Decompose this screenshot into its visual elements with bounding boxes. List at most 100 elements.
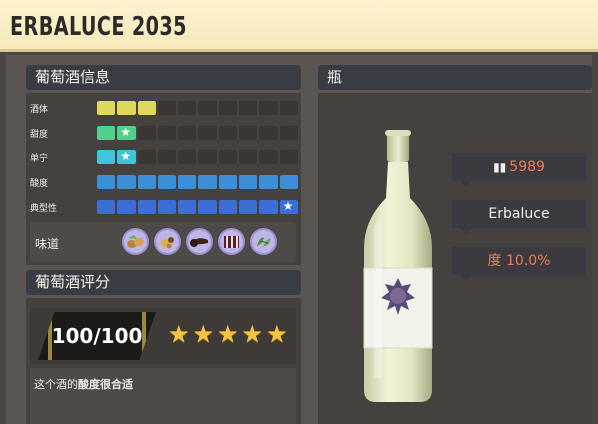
stat-row: 典型性 ★ [30, 199, 298, 214]
stat-bar [97, 175, 298, 189]
star-icon: ★ [120, 125, 132, 139]
stat-segment: ★ [117, 149, 136, 164]
comment-highlight: 酸度很合适 [78, 378, 133, 391]
stat-segment [239, 175, 258, 189]
title-bar: ERBALUCE 2035 [0, 0, 598, 52]
star-icon: ★ [282, 199, 294, 213]
stat-segment [157, 200, 177, 214]
stat-segment [279, 150, 298, 164]
bottle-abv: 度 10.0% [487, 253, 551, 269]
stat-segment [259, 101, 278, 115]
stat-bar: ★ [97, 199, 298, 214]
dark-fruit-icon[interactable] [218, 228, 245, 255]
stat-segment [97, 150, 116, 164]
spice-icon[interactable] [154, 228, 181, 255]
stat-label: 典型性 [30, 204, 58, 214]
stat-segment [97, 126, 116, 140]
score-value: 100/100 [51, 324, 143, 348]
stat-segment [178, 175, 197, 189]
star-icon: ★ [266, 320, 288, 348]
stat-segment [218, 126, 238, 140]
stat-segment [137, 101, 156, 115]
rating-comment: 这个酒的酸度很合适 [34, 378, 133, 391]
tobacco-icon[interactable] [186, 228, 213, 255]
stat-segment [239, 101, 258, 115]
stat-segment [157, 150, 177, 164]
bottle-count-tag: ▮▮ 5989 [452, 153, 586, 187]
stat-segment [259, 150, 278, 164]
star-icon: ★ [120, 149, 132, 163]
stat-segment [97, 101, 116, 115]
taste-box: 味道 [30, 222, 296, 262]
stat-segment [198, 101, 217, 115]
stat-row: 酒体 [30, 101, 298, 115]
star-icon: ★ [192, 320, 215, 348]
stat-segment [117, 200, 136, 214]
stat-segment [239, 126, 258, 140]
stat-bar: ★ [97, 125, 298, 140]
stat-segment [239, 150, 258, 164]
bottle-abv-tag: 度 10.0% [452, 247, 586, 281]
stat-segment [259, 126, 278, 140]
stat-segment [137, 175, 156, 189]
stat-segment [218, 150, 238, 164]
stat-segment [137, 150, 156, 164]
stat-segment [259, 200, 278, 214]
stat-bar: ★ [97, 149, 298, 164]
star-icon: ★ [217, 320, 239, 348]
stat-bar [97, 101, 298, 115]
stat-segment [279, 101, 298, 115]
stat-segment: ★ [279, 199, 298, 214]
stat-segment [279, 126, 298, 140]
stat-label: 酸度 [30, 179, 49, 189]
stat-segment [157, 126, 177, 140]
comment-box: 这个酒的酸度很合适 [30, 368, 296, 424]
stat-segment [279, 175, 298, 189]
stat-row: 单宁 ★ [30, 149, 298, 164]
stat-segment [137, 200, 156, 214]
stat-segment [97, 200, 116, 214]
score-box: 100/100 ★ ★ ★ ★ ★ [30, 308, 296, 364]
stat-row: 酸度 [30, 175, 298, 189]
stat-label: 酒体 [30, 105, 49, 115]
star-icon: ★ [241, 320, 264, 348]
stat-segment [218, 200, 238, 214]
stat-segment [97, 175, 116, 189]
bottle-count: 5989 [509, 159, 545, 175]
stat-segment [178, 101, 197, 115]
wine-bottle-image [363, 130, 433, 402]
stat-segment [239, 200, 258, 214]
bottles-icon: ▮▮ [493, 160, 507, 174]
stat-segment [218, 175, 238, 189]
star-icon: ★ [168, 320, 190, 348]
stat-label: 甜度 [30, 130, 49, 140]
bottle-heading: 瓶 [318, 65, 592, 90]
stat-segment [198, 200, 217, 214]
stat-segment [198, 126, 217, 140]
stat-segment [198, 150, 217, 164]
score-badge: 100/100 [38, 312, 156, 360]
stat-segment [178, 200, 197, 214]
herb-icon[interactable] [250, 228, 277, 255]
taste-label: 味道 [35, 237, 60, 251]
stat-segment [157, 175, 177, 189]
stat-row: 甜度 ★ [30, 125, 298, 140]
wine-info-heading: 葡萄酒信息 [26, 65, 301, 90]
nuts-icon[interactable] [122, 228, 149, 255]
stat-segment [259, 175, 278, 189]
stat-segment [137, 126, 156, 140]
stat-segment [117, 101, 136, 115]
stat-segment [218, 101, 238, 115]
wine-title: ERBALUCE 2035 [10, 12, 187, 42]
stat-segment [117, 175, 136, 189]
stat-segment [157, 101, 177, 115]
stat-segment: ★ [117, 125, 136, 140]
stat-segment [178, 126, 197, 140]
stat-segment [178, 150, 197, 164]
stat-label: 单宁 [30, 154, 49, 164]
stat-segment [198, 175, 217, 189]
rating-heading: 葡萄酒评分 [26, 270, 301, 295]
bottle-name: Erbaluce [488, 206, 550, 222]
bottle-name-tag: Erbaluce [452, 200, 586, 234]
star-rating: ★ ★ ★ ★ ★ [168, 322, 288, 346]
